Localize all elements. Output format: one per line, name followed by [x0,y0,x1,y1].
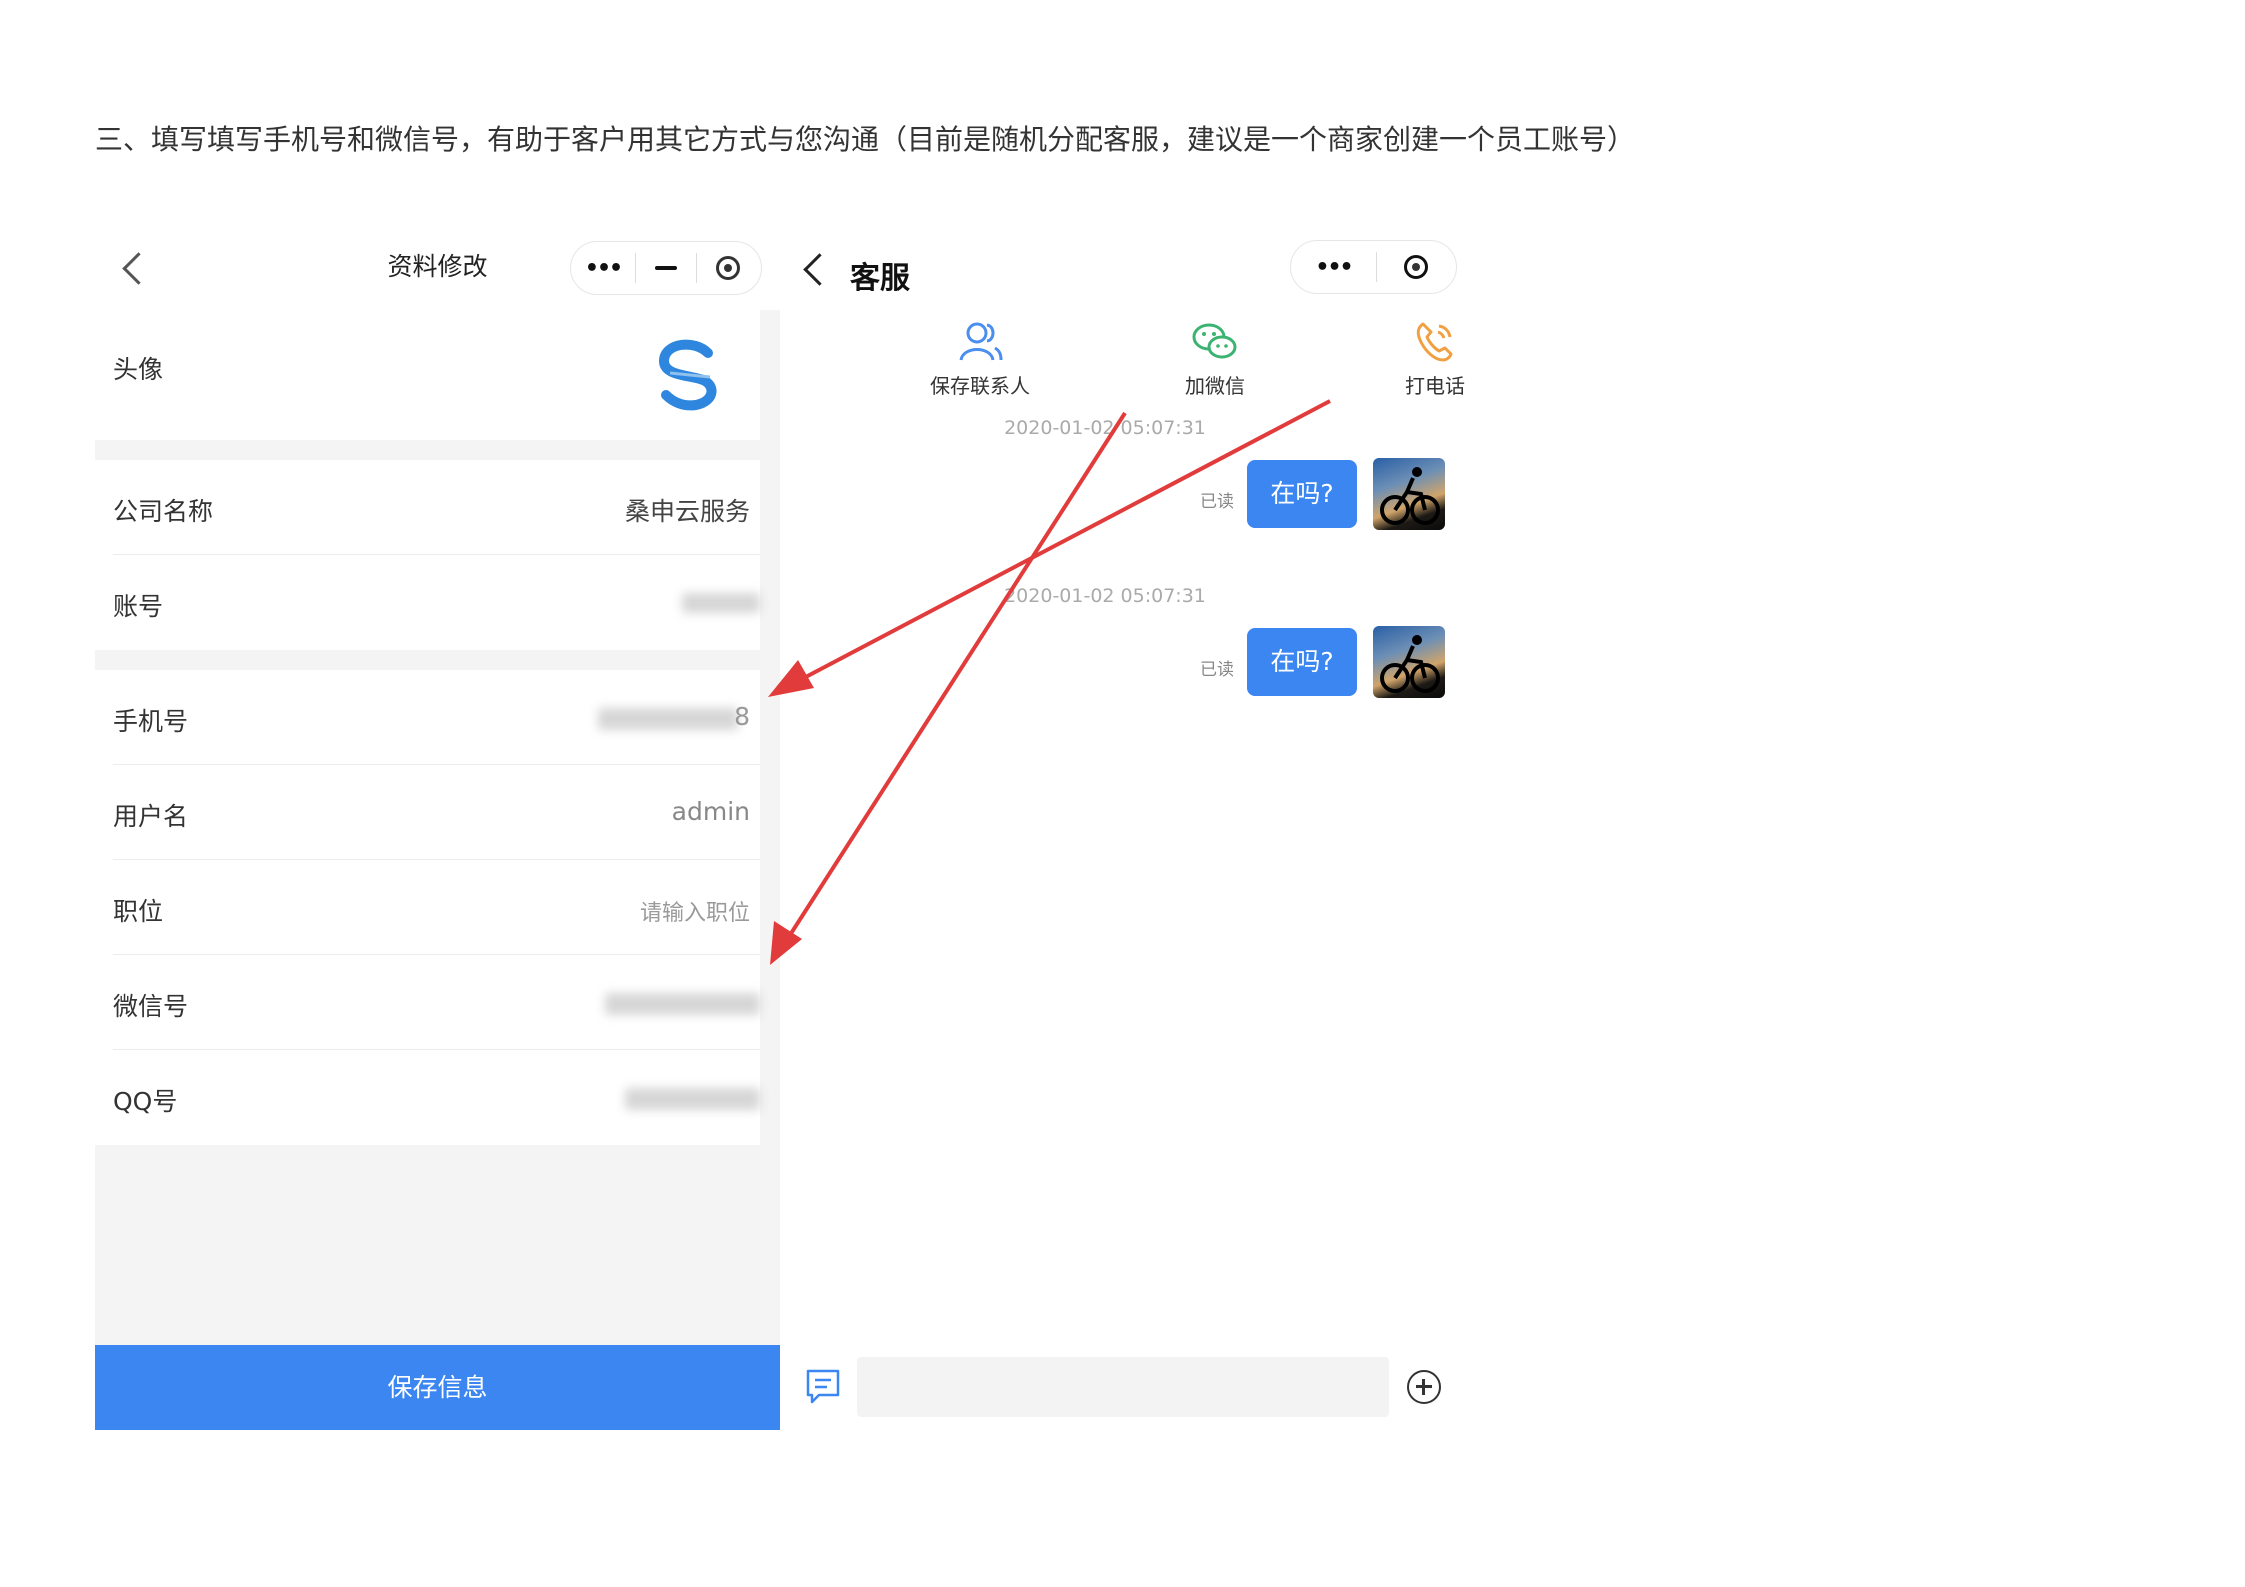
save-contact-button[interactable]: 保存联系人 [910,320,1050,399]
profile-nav-bar: 资料修改 ••• [95,225,780,310]
call-phone-label: 打电话 [1405,374,1465,398]
qq-value-blurred[interactable] [625,1088,760,1110]
close-target-icon [716,256,740,280]
avatar[interactable] [1373,458,1445,530]
more-dots-icon: ••• [584,255,623,281]
avatar[interactable] [1373,626,1445,698]
mini-program-capsule: ••• [1290,240,1457,294]
message-bubble[interactable]: 在吗? [1247,628,1357,696]
profile-edit-screen: 资料修改 ••• 头像 公司名称 桑申云服务 账号 手机号 8 用户名 admi… [95,225,780,1430]
more-button[interactable]: ••• [1291,241,1376,293]
contacts-icon [959,322,1003,361]
wechat-icon [1192,323,1237,359]
read-status: 已读 [1200,660,1234,680]
read-status: 已读 [1200,492,1234,512]
company-section: 公司名称 桑申云服务 账号 [95,460,760,650]
instruction-text: 三、填写填写手机号和微信号，有助于客户用其它方式与您沟通（目前是随机分配客服，建… [95,123,1636,156]
company-value: 桑申云服务 [624,497,750,526]
save-info-button[interactable]: 保存信息 [95,1345,780,1430]
wechat-value-blurred[interactable] [605,993,760,1015]
back-chevron-icon[interactable] [803,253,836,286]
close-button[interactable] [1377,241,1455,293]
account-row[interactable]: 账号 [113,555,760,650]
cyclist-silhouette-icon [1380,635,1440,693]
avatar-section: 头像 [95,310,760,440]
customer-service-screen: 客服 ••• 保存联系人 加微信 打电话 2020-01-02 05:07:31… [780,225,1480,1430]
position-label: 职位 [113,897,164,926]
save-contact-label: 保存联系人 [930,374,1030,398]
more-dots-icon: ••• [1315,254,1353,280]
add-wechat-label: 加微信 [1185,374,1245,398]
position-input[interactable]: 请输入职位 [640,895,750,927]
keyboard-toggle-icon[interactable] [805,1368,841,1406]
minimize-icon [655,266,677,270]
company-logo-icon [658,339,717,411]
close-button[interactable] [697,242,759,294]
avatar-label: 头像 [113,355,164,384]
avatar-row[interactable]: 头像 [113,310,760,440]
message-bubble[interactable]: 在吗? [1247,460,1357,528]
cyclist-silhouette-icon [1380,467,1440,525]
phone-icon [1416,322,1453,362]
message-timestamp: 2020-01-02 05:07:31 [1004,417,1206,439]
qq-row[interactable]: QQ号 [113,1050,760,1145]
username-label: 用户名 [113,802,189,831]
message-input[interactable] [857,1357,1389,1417]
position-row[interactable]: 职位 请输入职位 [113,860,760,955]
account-label: 账号 [113,592,164,621]
add-wechat-button[interactable]: 加微信 [1145,320,1285,399]
mini-program-capsule: ••• [570,241,762,295]
page-title: 客服 [850,261,910,296]
message-timestamp: 2020-01-02 05:07:31 [1004,585,1206,607]
account-value-blurred [682,593,760,613]
phone-value-blurred[interactable] [598,708,738,730]
add-attachment-icon[interactable] [1407,1370,1441,1404]
company-row[interactable]: 公司名称 桑申云服务 [113,460,760,555]
wechat-row[interactable]: 微信号 [113,955,760,1050]
minimize-button[interactable] [636,242,696,294]
qq-label: QQ号 [113,1087,178,1116]
more-button[interactable]: ••• [571,242,635,294]
username-value: admin [671,797,750,826]
call-phone-button[interactable]: 打电话 [1365,320,1505,399]
wechat-label: 微信号 [113,992,189,1021]
close-target-icon [1404,255,1428,279]
contact-section: 手机号 8 用户名 admin 职位 请输入职位 微信号 QQ号 [95,670,760,1145]
phone-row[interactable]: 手机号 8 [113,670,760,765]
phone-tail-digit: 8 [734,702,750,731]
phone-label: 手机号 [113,707,189,736]
username-row[interactable]: 用户名 admin [113,765,760,860]
company-label: 公司名称 [113,497,214,526]
